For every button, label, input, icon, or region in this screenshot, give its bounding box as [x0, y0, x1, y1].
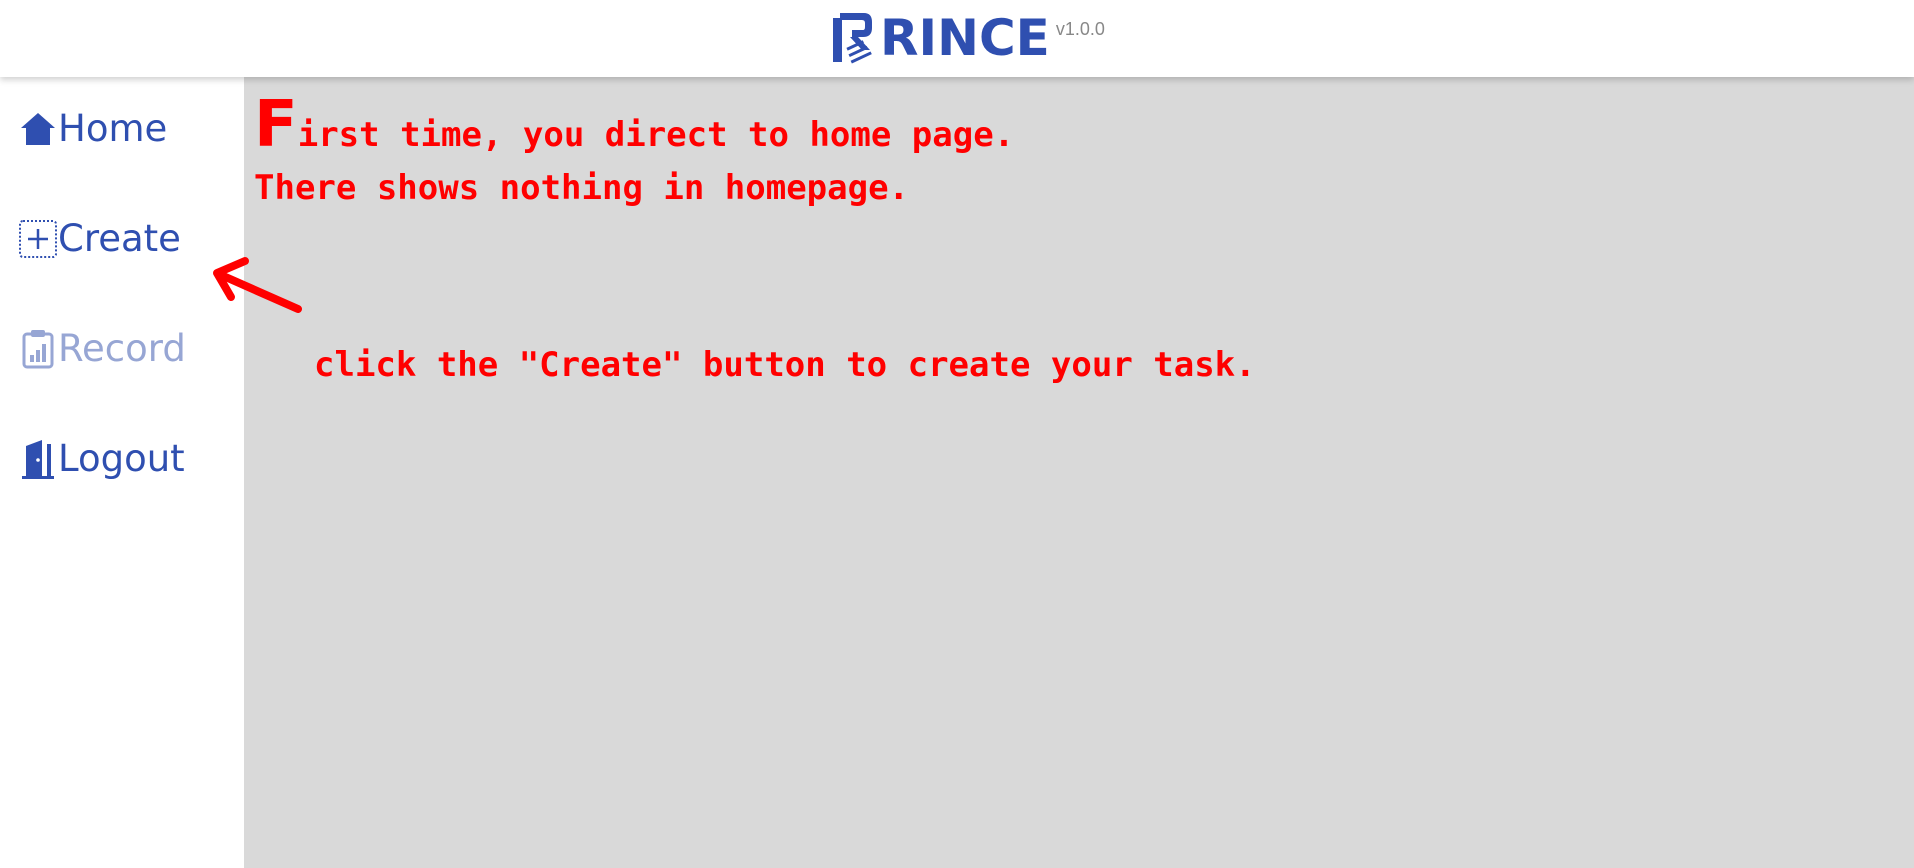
sidebar: Home Create Record Logout	[0, 77, 244, 868]
sidebar-item-label: Home	[58, 107, 168, 150]
sidebar-item-create[interactable]: Create	[18, 214, 181, 264]
rince-logo-icon	[833, 13, 872, 64]
annotation-arrow-icon	[213, 257, 302, 313]
clipboard-chart-icon	[18, 327, 58, 371]
sidebar-item-label: Create	[58, 217, 181, 260]
sidebar-item-label: Logout	[58, 437, 185, 480]
annotation-nothing-shown: There shows nothing in homepage.	[254, 168, 910, 208]
home-icon	[18, 107, 58, 151]
annotation-click-create: click the "Create" button to create your…	[314, 345, 1256, 385]
app-name: RINCE	[880, 9, 1050, 67]
sidebar-item-record[interactable]: Record	[18, 324, 186, 374]
sidebar-item-home[interactable]: Home	[18, 104, 167, 154]
top-header: RINCE v1.0.0	[0, 0, 1914, 77]
door-icon	[18, 437, 58, 481]
annotation-first-time-text: irst time, you direct to home page.	[297, 115, 1015, 155]
app-version: v1.0.0	[1055, 19, 1105, 39]
main-content: First time, you direct to home page. The…	[244, 77, 1914, 868]
sidebar-item-logout[interactable]: Logout	[18, 434, 185, 484]
app-window: RINCE v1.0.0 Home Create Record Logout F…	[0, 0, 1914, 868]
brand[interactable]: RINCE v1.0.0	[830, 10, 1105, 66]
annotation-first-time: First time, you direct to home page.	[254, 93, 1015, 165]
annotation-initial: F	[254, 88, 298, 162]
plus-square-icon	[18, 217, 58, 261]
sidebar-item-label: Record	[58, 327, 186, 370]
